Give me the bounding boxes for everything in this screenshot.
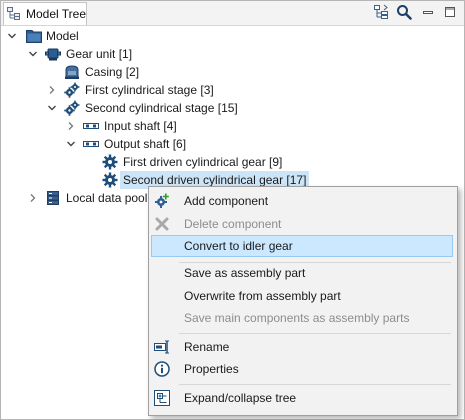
menu-separator — [179, 384, 451, 385]
menu-separator — [179, 333, 451, 334]
menu-item-label: Convert to idler gear — [184, 239, 293, 253]
menu-item-properties[interactable]: Properties — [151, 358, 453, 380]
delete-icon — [154, 216, 170, 232]
tree-node-model[interactable]: Model — [46, 27, 79, 45]
model-tree-view: Model Tree Model Gear unit [1] Casing [2… — [0, 0, 465, 420]
tree-node-output-shaft[interactable]: Output shaft [6] — [104, 135, 186, 153]
gear-icon — [102, 154, 118, 170]
view-tab-bar: Model Tree — [1, 1, 464, 26]
maximize-icon — [444, 6, 456, 21]
menu-item-label: Delete component — [184, 217, 282, 231]
menu-item-label: Overwrite from assembly part — [184, 289, 341, 303]
expand-chevron-icon[interactable] — [65, 120, 77, 132]
menu-item-label: Expand/collapse tree — [184, 391, 297, 405]
context-menu: Add component Delete component Convert t… — [148, 186, 458, 416]
collapse-chevron-icon[interactable] — [6, 30, 18, 42]
menu-item-label: Properties — [184, 362, 239, 376]
tab-model-tree[interactable]: Model Tree — [3, 2, 87, 25]
link-with-selection-button[interactable] — [372, 4, 390, 22]
expand-collapse-icon — [154, 390, 170, 406]
minimize-button[interactable] — [419, 4, 437, 22]
menu-item-save-as-assembly-part[interactable]: Save as assembly part — [151, 262, 453, 284]
expand-chevron-icon[interactable] — [27, 192, 39, 204]
rename-icon — [154, 339, 170, 355]
link-with-selection-icon — [373, 4, 389, 23]
menu-item-save-main-components[interactable]: Save main components as assembly parts — [151, 307, 453, 329]
tree-view-icon — [7, 6, 22, 22]
menu-item-expand-collapse-tree[interactable]: Expand/collapse tree — [151, 387, 453, 409]
gear-stage-icon — [64, 100, 80, 116]
collapse-chevron-icon[interactable] — [65, 138, 77, 150]
info-icon — [154, 361, 170, 377]
menu-item-rename[interactable]: Rename — [151, 336, 453, 358]
folder-icon — [26, 28, 42, 44]
tree-node-casing[interactable]: Casing [2] — [85, 63, 139, 81]
tree-node-first-cylindrical-stage[interactable]: First cylindrical stage [3] — [85, 81, 214, 99]
tree-node-first-driven-cylindrical-gear[interactable]: First driven cylindrical gear [9] — [123, 153, 282, 171]
maximize-button[interactable] — [441, 4, 459, 22]
tree-node-input-shaft[interactable]: Input shaft [4] — [104, 117, 177, 135]
menu-item-label: Save main components as assembly parts — [184, 311, 410, 325]
shaft-icon — [83, 136, 99, 152]
gear-stage-icon — [64, 82, 80, 98]
menu-item-overwrite-from-assembly-part[interactable]: Overwrite from assembly part — [151, 285, 453, 307]
gear-icon — [102, 172, 118, 188]
collapse-chevron-icon[interactable] — [46, 102, 58, 114]
menu-item-add-component[interactable]: Add component — [151, 190, 453, 212]
tree-node-second-cylindrical-stage[interactable]: Second cylindrical stage [15] — [85, 99, 238, 117]
search-button[interactable] — [395, 4, 413, 22]
data-pool-icon — [45, 190, 61, 206]
menu-item-label: Save as assembly part — [184, 266, 306, 280]
menu-item-label: Add component — [184, 194, 269, 208]
gear-unit-icon — [45, 46, 61, 62]
shaft-icon — [83, 118, 99, 134]
expand-chevron-icon[interactable] — [46, 84, 58, 96]
minimize-icon — [422, 6, 434, 21]
add-component-icon — [154, 193, 170, 209]
menu-item-label: Rename — [184, 340, 230, 354]
menu-item-delete-component[interactable]: Delete component — [151, 213, 453, 235]
tree-node-gear-unit[interactable]: Gear unit [1] — [66, 45, 132, 63]
tab-label: Model Tree — [25, 7, 86, 21]
casing-icon — [64, 64, 80, 80]
tree-node-local-data-pool[interactable]: Local data pool — [66, 189, 147, 207]
search-icon — [396, 4, 412, 23]
collapse-chevron-icon[interactable] — [27, 48, 39, 60]
menu-item-convert-to-idler-gear[interactable]: Convert to idler gear — [151, 235, 453, 257]
